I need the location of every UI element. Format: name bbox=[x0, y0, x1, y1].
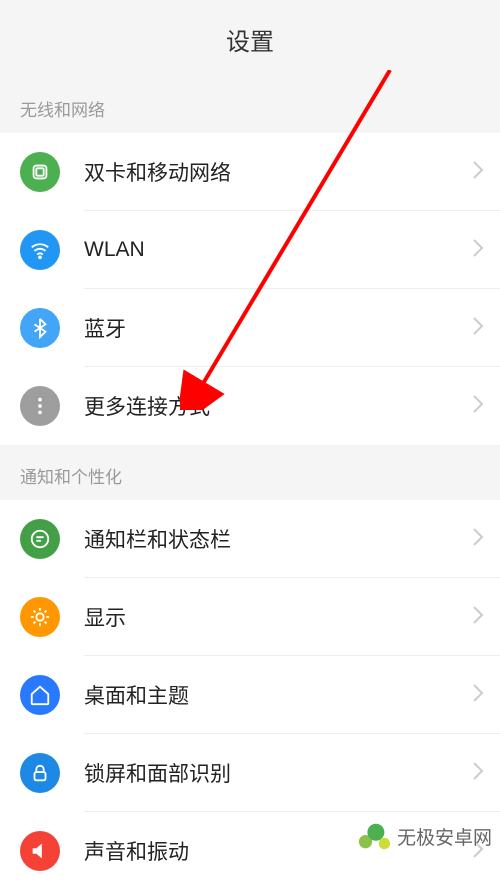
item-label: 双卡和移动网络 bbox=[84, 157, 472, 187]
item-label: 蓝牙 bbox=[84, 313, 472, 343]
watermark-text: 无极安卓网 bbox=[397, 823, 492, 850]
display-icon bbox=[20, 597, 60, 637]
section-header-notification: 通知和个性化 bbox=[0, 445, 500, 500]
item-more-connections[interactable]: 更多连接方式 bbox=[0, 367, 500, 445]
watermark: 无极安卓网 bbox=[357, 819, 492, 853]
more-icon bbox=[20, 386, 60, 426]
item-display[interactable]: 显示 bbox=[0, 578, 500, 656]
item-label: WLAN bbox=[84, 238, 472, 262]
chevron-right-icon bbox=[472, 527, 484, 552]
chevron-right-icon bbox=[472, 761, 484, 786]
item-label: 锁屏和面部识别 bbox=[84, 758, 472, 788]
chevron-right-icon bbox=[472, 394, 484, 419]
item-sim-mobile-network[interactable]: 双卡和移动网络 bbox=[0, 133, 500, 211]
item-bluetooth[interactable]: 蓝牙 bbox=[0, 289, 500, 367]
item-label: 桌面和主题 bbox=[84, 680, 472, 710]
chevron-right-icon bbox=[472, 683, 484, 708]
item-label: 显示 bbox=[84, 602, 472, 632]
list-wireless: 双卡和移动网络 WLAN 蓝牙 更多连接方式 bbox=[0, 133, 500, 445]
page-header: 设置 bbox=[0, 0, 500, 78]
section-header-wireless: 无线和网络 bbox=[0, 78, 500, 133]
wifi-icon bbox=[20, 230, 60, 270]
notification-icon bbox=[20, 519, 60, 559]
chevron-right-icon bbox=[472, 160, 484, 185]
item-home-themes[interactable]: 桌面和主题 bbox=[0, 656, 500, 734]
bluetooth-icon bbox=[20, 308, 60, 348]
watermark-logo-icon bbox=[357, 819, 391, 853]
lock-icon bbox=[20, 753, 60, 793]
chevron-right-icon bbox=[472, 238, 484, 263]
chevron-right-icon bbox=[472, 605, 484, 630]
item-wlan[interactable]: WLAN bbox=[0, 211, 500, 289]
item-lockscreen-face[interactable]: 锁屏和面部识别 bbox=[0, 734, 500, 812]
item-label: 更多连接方式 bbox=[84, 391, 472, 421]
sound-icon bbox=[20, 831, 60, 871]
item-notification-status-bar[interactable]: 通知栏和状态栏 bbox=[0, 500, 500, 578]
item-label: 通知栏和状态栏 bbox=[84, 524, 472, 554]
chevron-right-icon bbox=[472, 316, 484, 341]
sim-icon bbox=[20, 152, 60, 192]
page-title: 设置 bbox=[226, 22, 274, 57]
home-icon bbox=[20, 675, 60, 715]
